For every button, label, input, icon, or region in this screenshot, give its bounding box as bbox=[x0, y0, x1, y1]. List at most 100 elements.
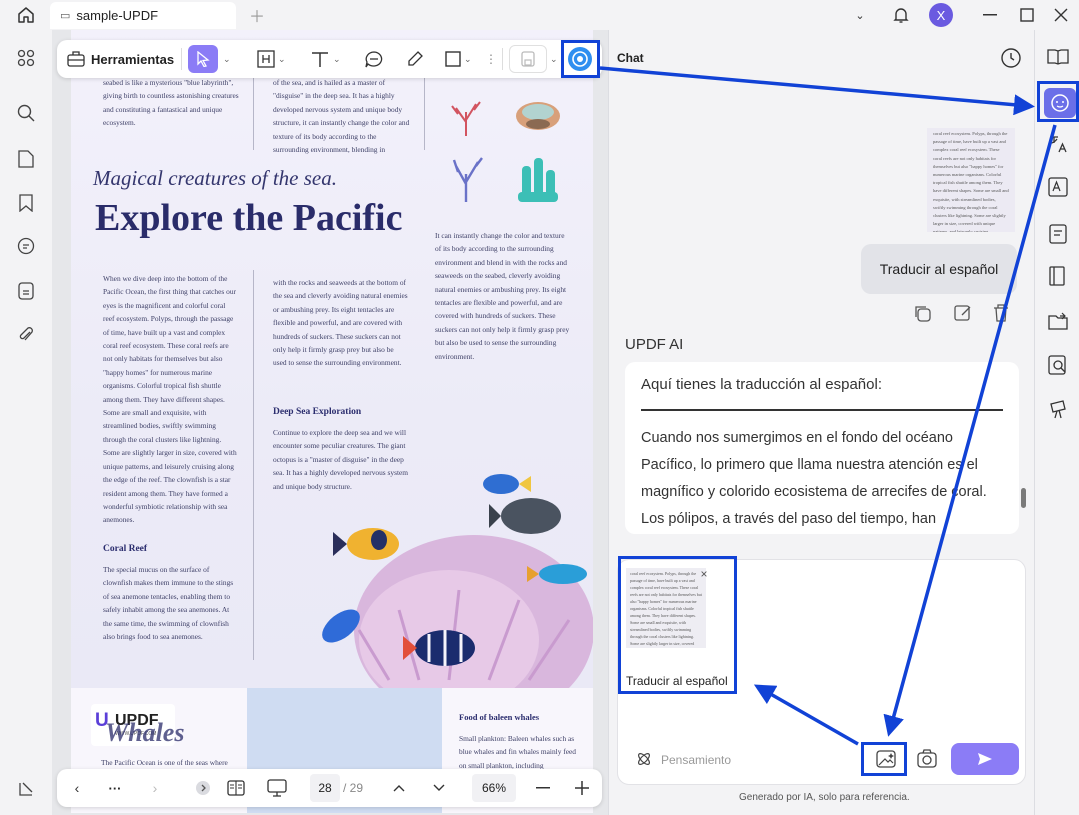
camera-button[interactable] bbox=[916, 748, 938, 770]
zoom-out-button[interactable] bbox=[531, 774, 555, 802]
thinking-label[interactable]: Pensamiento bbox=[661, 753, 731, 767]
plus-icon bbox=[575, 781, 589, 795]
highlighter-icon bbox=[408, 51, 423, 66]
zoom-level[interactable]: 66% bbox=[472, 774, 516, 802]
pages-icon[interactable] bbox=[12, 145, 40, 173]
shape-tool-button[interactable]: ⌄ bbox=[445, 45, 472, 73]
select-tool-dropdown[interactable]: ⌄ bbox=[220, 45, 231, 73]
collapse-toggle-button[interactable] bbox=[192, 774, 214, 802]
edit-message-button[interactable] bbox=[953, 303, 973, 323]
nav-back-icon[interactable]: ‹ bbox=[65, 774, 89, 802]
page-total: / 29 bbox=[343, 781, 364, 795]
rectangle-icon bbox=[445, 51, 461, 67]
organize-pages-icon[interactable] bbox=[1045, 263, 1071, 289]
minimize-icon[interactable] bbox=[976, 1, 1004, 29]
paperclip-icon[interactable] bbox=[12, 321, 40, 349]
ai-response-card: Aquí tienes la traducción al español: Cu… bbox=[625, 362, 1019, 534]
ai-response-intro: Aquí tienes la traducción al español: bbox=[641, 376, 882, 393]
translate-icon[interactable] bbox=[1045, 131, 1071, 157]
pdf-page[interactable]: seabed is like a mysterious "blue labyri… bbox=[71, 30, 593, 813]
attachments-panel-icon[interactable] bbox=[12, 277, 40, 305]
send-button[interactable] bbox=[951, 743, 1019, 775]
chevron-down-icon[interactable]: ⌄ bbox=[846, 1, 874, 29]
bell-icon[interactable] bbox=[887, 1, 915, 29]
more-options-icon[interactable]: ··· bbox=[103, 774, 127, 802]
chevron-down-icon: ⌄ bbox=[333, 53, 341, 64]
chat-history-button[interactable] bbox=[1000, 47, 1022, 69]
previous-page-button[interactable] bbox=[387, 774, 411, 802]
export-icon[interactable] bbox=[1045, 308, 1071, 334]
search-document-icon[interactable] bbox=[1045, 352, 1071, 378]
user-message-text: Traducir al español bbox=[879, 261, 999, 277]
coral-illustration bbox=[446, 92, 576, 212]
next-page-button[interactable] bbox=[427, 774, 451, 802]
more-tools-icon[interactable]: ⋮ bbox=[485, 45, 497, 73]
text-icon bbox=[312, 52, 328, 67]
select-tool-button[interactable] bbox=[188, 45, 218, 73]
highlight-tool-button[interactable] bbox=[406, 45, 424, 73]
page-text-col1-body: When we dive deep into the bottom of the… bbox=[103, 274, 237, 525]
tools-label: Herramientas bbox=[91, 51, 175, 67]
atom-icon bbox=[638, 753, 650, 765]
tab-title: sample-UPDF bbox=[76, 8, 159, 23]
presentation-button[interactable] bbox=[262, 774, 292, 802]
coral-reef-body: The special mucus on the surface of clow… bbox=[103, 565, 234, 642]
document-icon: ▭ bbox=[60, 10, 71, 22]
toolbar-divider bbox=[502, 48, 503, 70]
chat-header-title: Chat bbox=[617, 51, 644, 65]
trash-icon bbox=[994, 304, 1008, 322]
save-dropdown[interactable]: ⌄ bbox=[547, 45, 558, 73]
ai-response-body: Cuando nos sumergimos en el fondo del oc… bbox=[641, 430, 987, 527]
edit-toolbar: Herramientas ⌄ ⌄ ⌄ ⌄ ⋮ ⌄ bbox=[57, 40, 602, 78]
comment-icon bbox=[365, 51, 383, 68]
page-text-col2-top: of the sea, and is hailed as a master of… bbox=[273, 78, 410, 155]
close-icon[interactable] bbox=[1047, 1, 1075, 29]
home-icon[interactable] bbox=[12, 1, 40, 29]
text-box-icon bbox=[257, 50, 275, 68]
form-icon[interactable] bbox=[1045, 221, 1071, 247]
ai-label: UPDF AI bbox=[625, 336, 684, 353]
copy-icon bbox=[915, 306, 931, 322]
bookmark-icon[interactable] bbox=[12, 189, 40, 217]
save-button[interactable] bbox=[509, 45, 547, 73]
nav-forward-icon[interactable]: › bbox=[143, 774, 167, 802]
sent-page-thumbnail: coral reef ecosystem. Polyps, through th… bbox=[927, 128, 1015, 232]
sea-life-illustration bbox=[269, 430, 593, 690]
page-layout-button[interactable] bbox=[222, 774, 250, 802]
layers-icon[interactable] bbox=[12, 775, 40, 803]
highlight-box-ai-chat bbox=[1037, 81, 1079, 122]
camera-icon bbox=[917, 749, 937, 768]
comments-icon[interactable] bbox=[12, 232, 40, 260]
column-divider bbox=[253, 270, 254, 660]
thumbnails-icon[interactable] bbox=[12, 44, 40, 72]
user-avatar[interactable]: X bbox=[929, 3, 953, 27]
title-bar: ▭ sample-UPDF ＋ ⌄ X bbox=[0, 0, 1079, 30]
coral-reef-heading: Coral Reef bbox=[103, 544, 148, 554]
clock-icon bbox=[1001, 48, 1021, 68]
search-icon[interactable] bbox=[12, 99, 40, 127]
zoom-in-button[interactable] bbox=[570, 774, 594, 802]
toolbar-divider bbox=[181, 48, 182, 70]
text-tool-button[interactable]: ⌄ bbox=[310, 45, 341, 73]
tools-button[interactable]: Herramientas bbox=[67, 45, 174, 73]
baleen-body: Small plankton: Baleen whales such as bl… bbox=[459, 734, 576, 770]
chat-scrollbar[interactable] bbox=[1021, 488, 1026, 508]
document-tab[interactable]: ▭ sample-UPDF bbox=[50, 2, 236, 29]
page-subtitle: Magical creatures of the sea. bbox=[93, 166, 337, 190]
copy-message-button[interactable] bbox=[912, 303, 932, 323]
thumbnail-text: coral reef ecosystem. Polyps, through th… bbox=[933, 131, 1009, 232]
chevron-down-icon: ⌄ bbox=[223, 53, 231, 64]
reader-mode-icon[interactable] bbox=[1045, 44, 1071, 70]
chevron-down-icon bbox=[433, 784, 445, 791]
comment-tool-button[interactable] bbox=[364, 45, 384, 73]
thinking-toggle[interactable] bbox=[636, 751, 652, 767]
maximize-icon[interactable] bbox=[1013, 1, 1041, 29]
ocr-icon[interactable] bbox=[1045, 174, 1071, 200]
edit-icon bbox=[954, 305, 971, 321]
new-tab-icon[interactable]: ＋ bbox=[243, 1, 271, 29]
whales-title: Whales bbox=[105, 718, 185, 747]
page-number-input[interactable]: 28 bbox=[310, 774, 340, 802]
presentation-icon[interactable] bbox=[1045, 396, 1071, 422]
textbox-tool-button[interactable]: ⌄ bbox=[257, 45, 286, 73]
delete-message-button[interactable] bbox=[992, 303, 1010, 323]
